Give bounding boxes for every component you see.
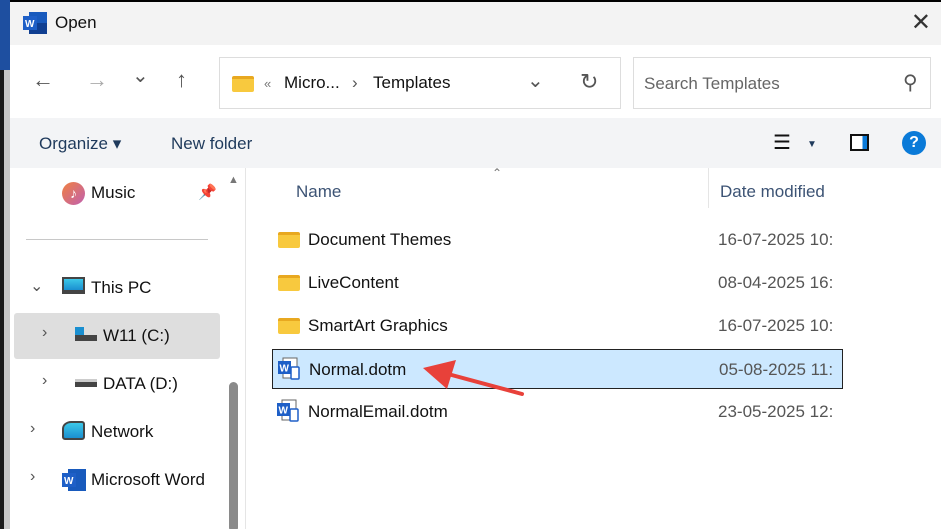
- open-dialog: W Open ✕ ← → ⌄ ↑ « Micro... › Templates …: [10, 2, 941, 529]
- organize-button[interactable]: Organize ▾: [39, 134, 121, 154]
- sidebar-item-label: DATA (D:): [103, 374, 178, 393]
- sidebar-item-label: W11 (C:): [103, 326, 170, 345]
- file-row[interactable]: LiveContent 08-04-2025 16:: [272, 263, 843, 303]
- file-name: SmartArt Graphics: [308, 316, 448, 335]
- file-date: 05-08-2025 11:: [719, 360, 834, 379]
- navigation-bar: ← → ⌄ ↑ « Micro... › Templates ⌄ ↻ Searc…: [10, 45, 941, 118]
- address-dropdown-button[interactable]: ⌄: [527, 68, 544, 93]
- sidebar-item-microsoft-word[interactable]: › W Microsoft Word: [14, 457, 220, 503]
- command-bar: Organize ▾ New folder ☰ ▼ ?: [10, 118, 941, 168]
- breadcrumb-separator: ›: [352, 73, 358, 92]
- file-date: 16-07-2025 10:: [718, 230, 834, 249]
- sidebar-item-network[interactable]: › Network: [14, 409, 220, 455]
- file-row[interactable]: Document Themes 16-07-2025 10:: [272, 220, 843, 260]
- navigation-pane: ♪ Music 📌 ⌄ This PC › W11 (C:) › DATA (D…: [10, 168, 223, 529]
- sidebar-item-this-pc[interactable]: ⌄ This PC: [14, 265, 220, 311]
- file-row[interactable]: SmartArt Graphics 16-07-2025 10:: [272, 306, 843, 346]
- word-app-icon: W: [23, 12, 47, 34]
- column-header-date[interactable]: Date modified: [720, 182, 825, 202]
- search-icon: ⚲: [903, 72, 918, 94]
- view-list-icon[interactable]: ☰: [773, 130, 791, 155]
- sidebar-item-music[interactable]: ♪ Music 📌: [14, 170, 220, 216]
- folder-icon: [278, 232, 300, 248]
- search-input[interactable]: Search Templates: [644, 74, 780, 94]
- sidebar-item-w11-c[interactable]: › W11 (C:): [14, 313, 220, 359]
- file-date: 23-05-2025 12:: [718, 402, 834, 421]
- sidebar-divider: [26, 239, 208, 240]
- sort-ascending-icon: ⌃: [492, 166, 503, 180]
- up-button[interactable]: ↑: [176, 67, 187, 93]
- svg-text:W: W: [64, 476, 74, 487]
- svg-text:W: W: [25, 19, 35, 30]
- drive-icon: [75, 379, 97, 387]
- file-name: Document Themes: [308, 230, 452, 249]
- pin-icon[interactable]: 📌: [198, 183, 217, 201]
- file-list: ⌃ Name Date modified Document Themes 16-0…: [247, 166, 843, 529]
- file-row[interactable]: W NormalEmail.dotm 23-05-2025 12:: [272, 392, 843, 432]
- new-folder-button[interactable]: New folder: [171, 134, 252, 154]
- sidebar-item-label: Network: [91, 422, 154, 441]
- word-template-icon: W: [278, 357, 300, 380]
- chevron-right-icon[interactable]: ›: [42, 324, 47, 342]
- file-name: LiveContent: [308, 273, 399, 292]
- back-button[interactable]: ←: [32, 67, 54, 93]
- sidebar-item-label: Microsoft Word: [91, 470, 205, 489]
- file-date: 08-04-2025 16:: [718, 273, 834, 292]
- file-date: 16-07-2025 10:: [718, 316, 834, 335]
- chevron-down-icon[interactable]: ⌄: [30, 276, 43, 296]
- navigation-scrollbar[interactable]: ▲: [223, 168, 246, 529]
- scrollbar-thumb[interactable]: [229, 382, 238, 529]
- recent-locations-button[interactable]: ⌄: [132, 63, 149, 88]
- column-header-name[interactable]: Name: [296, 182, 341, 202]
- file-name: Normal.dotm: [309, 360, 407, 379]
- svg-text:W: W: [280, 364, 290, 375]
- search-box[interactable]: Search Templates ⚲: [633, 57, 931, 109]
- svg-text:W: W: [279, 406, 289, 417]
- breadcrumb-templates[interactable]: Templates: [373, 73, 450, 93]
- monitor-icon: [62, 277, 85, 294]
- breadcrumb-microsoft[interactable]: Micro...: [284, 73, 340, 93]
- forward-button[interactable]: →: [86, 67, 108, 93]
- chevron-right-icon[interactable]: ›: [30, 420, 35, 438]
- title-bar: W Open ✕: [10, 2, 941, 45]
- network-icon: [62, 421, 85, 440]
- word-icon: W: [62, 469, 86, 491]
- sidebar-item-data-d[interactable]: › DATA (D:): [14, 361, 220, 407]
- file-name: NormalEmail.dotm: [308, 402, 448, 421]
- chevron-right-icon[interactable]: ›: [42, 372, 47, 390]
- word-template-icon: W: [277, 399, 299, 422]
- address-bar[interactable]: « Micro... › Templates ⌄ ↻: [219, 57, 621, 109]
- windows-drive-icon: [75, 327, 97, 341]
- breadcrumb-overflow[interactable]: «: [264, 76, 271, 91]
- dialog-title: Open: [55, 13, 97, 32]
- column-separator[interactable]: [708, 168, 709, 208]
- file-row[interactable]: W Normal.dotm 05-08-2025 11:: [272, 349, 843, 389]
- folder-icon: [232, 76, 254, 92]
- sidebar-item-label: Music: [91, 183, 136, 202]
- folder-icon: [278, 318, 300, 334]
- view-options-dropdown[interactable]: ▼: [807, 139, 817, 150]
- help-button[interactable]: ?: [902, 131, 926, 155]
- list-right-area: [843, 168, 941, 529]
- close-button[interactable]: ✕: [911, 8, 931, 37]
- chevron-right-icon[interactable]: ›: [30, 468, 35, 486]
- preview-pane-button[interactable]: [850, 134, 869, 151]
- refresh-button[interactable]: ↻: [580, 69, 598, 95]
- background-strip: [0, 0, 10, 529]
- folder-icon: [278, 275, 300, 291]
- sidebar-item-label: This PC: [91, 278, 152, 297]
- scroll-up-arrow[interactable]: ▲: [228, 174, 239, 186]
- music-icon: ♪: [62, 182, 85, 205]
